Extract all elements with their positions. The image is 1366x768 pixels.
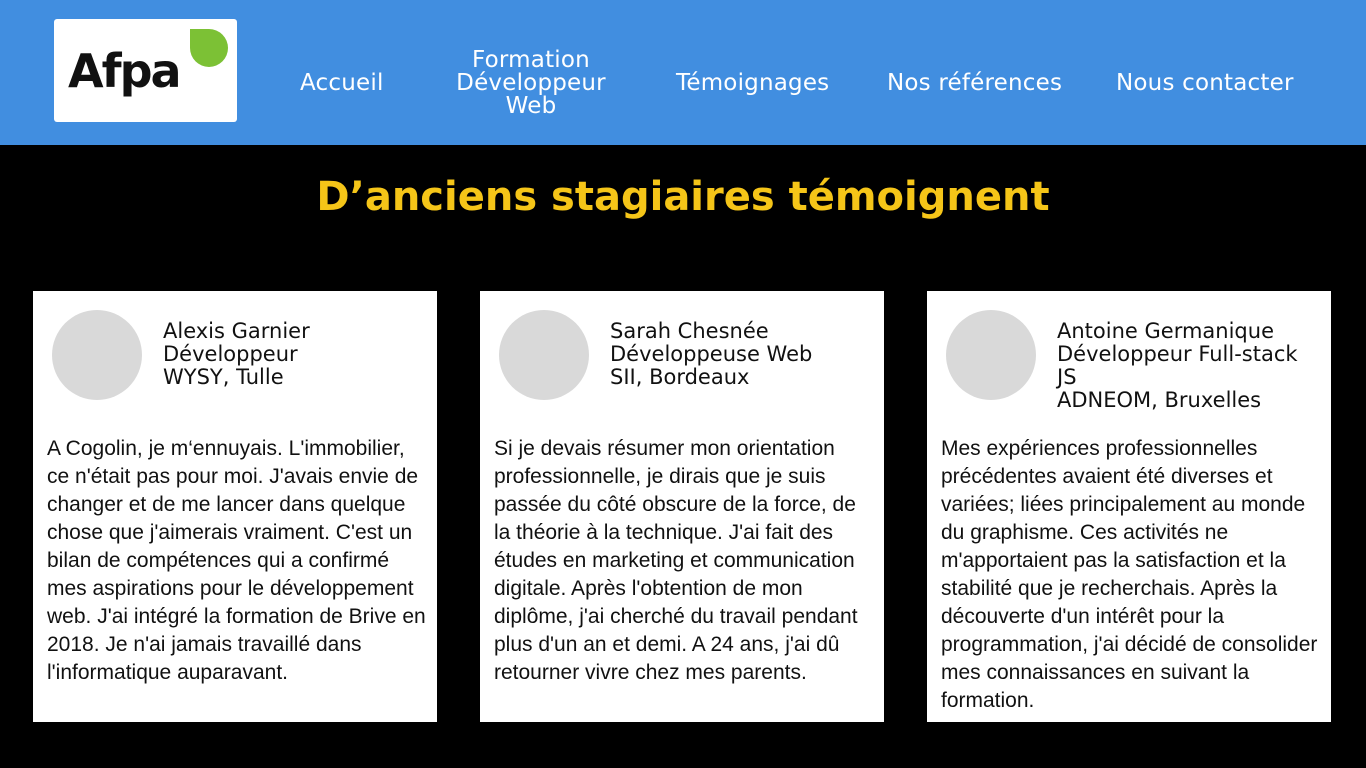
testimonial-role: Développeur Full-stack JS [1057,342,1298,389]
testimonial-company: SII, Bordeaux [610,365,750,389]
avatar [946,310,1036,400]
testimonial-quote: Mes expériences professionnelles précéde… [941,437,1318,712]
testimonial-role: Développeuse Web [610,342,813,366]
nav-formation-line3: Web [505,93,557,119]
nav-accueil[interactable]: Accueil [300,72,384,95]
nav-temoignages[interactable]: Témoignages [676,72,829,95]
avatar [52,310,142,400]
testimonial-company: ADNEOM, Bruxelles [1057,388,1262,412]
testimonial-card: Alexis Garnier Développeur WYSY, Tulle A… [33,291,437,722]
nav-formation[interactable]: Formation Développeur Web [448,49,614,118]
avatar [499,310,589,400]
testimonial-info: Alexis Garnier Développeur WYSY, Tulle [163,320,425,389]
testimonial-info: Sarah Chesnée Développeuse Web SII, Bord… [610,320,872,389]
testimonial-info: Antoine Germanique Développeur Full-stac… [1057,320,1319,412]
testimonial-card: Antoine Germanique Développeur Full-stac… [927,291,1331,722]
main-nav: Accueil Formation Développeur Web Témoig… [0,0,1366,145]
testimonial-role: Développeur [163,342,298,366]
testimonial-card: Sarah Chesnée Développeuse Web SII, Bord… [480,291,884,722]
testimonial-name: Sarah Chesnée [610,319,769,343]
page-title: D’anciens stagiaires témoignent [316,174,1050,220]
testimonial-name: Alexis Garnier [163,319,310,343]
testimonial-quote: A Cogolin, je m‘ennuyais. L'immobilier, … [47,437,426,684]
nav-contact[interactable]: Nous contacter [1116,72,1294,95]
site-header: Afpa Accueil Formation Développeur Web T… [0,0,1366,145]
testimonial-company: WYSY, Tulle [163,365,284,389]
nav-references[interactable]: Nos références [887,72,1062,95]
testimonial-name: Antoine Germanique [1057,319,1274,343]
testimonial-quote: Si je devais résumer mon orientation pro… [494,437,858,684]
